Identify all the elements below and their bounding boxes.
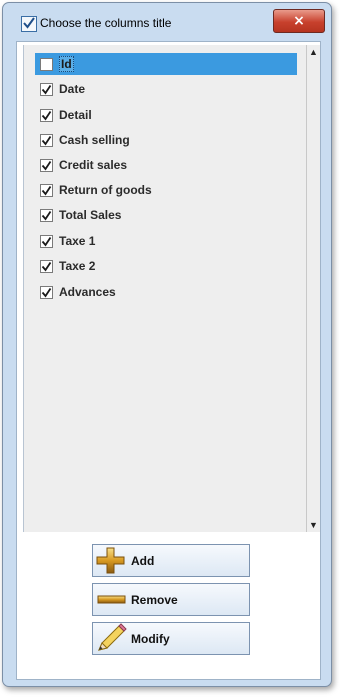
column-checkbox[interactable]: [40, 285, 53, 299]
column-checkbox[interactable]: [40, 234, 53, 248]
vertical-scrollbar[interactable]: ▲ ▼: [306, 45, 320, 532]
column-checkbox[interactable]: [40, 57, 53, 71]
checkmark-icon: [41, 160, 52, 170]
modify-button-label: Modify: [131, 631, 170, 646]
checkmark-icon: [41, 135, 52, 145]
column-label: Id: [59, 56, 74, 72]
checkmark-icon: [23, 17, 35, 29]
arrow-down-icon: ▼: [309, 520, 318, 530]
remove-button[interactable]: Remove: [92, 583, 250, 616]
checkmark-icon: [41, 261, 52, 271]
column-item[interactable]: Id: [35, 53, 297, 75]
close-icon: ×: [293, 13, 305, 29]
column-item[interactable]: Taxe 2: [35, 255, 297, 277]
column-checkbox[interactable]: [40, 158, 53, 172]
column-label: Taxe 2: [59, 259, 96, 273]
client-area: ▲ ▼ Add Remove Modify Id Date Detail Cas…: [16, 41, 321, 680]
column-label: Cash selling: [59, 133, 130, 147]
minus-icon: [93, 584, 129, 615]
column-checkbox[interactable]: [40, 133, 53, 147]
modify-button[interactable]: Modify: [92, 622, 250, 655]
column-label: Total Sales: [59, 208, 122, 222]
pencil-icon: [93, 623, 129, 654]
column-checkbox[interactable]: [40, 259, 53, 273]
column-item[interactable]: Advances: [35, 281, 297, 303]
column-label: Date: [59, 82, 86, 96]
column-label: Return of goods: [59, 183, 152, 197]
column-checkbox[interactable]: [40, 108, 53, 122]
title-bar[interactable]: Choose the columns title ×: [3, 3, 331, 35]
column-label: Detail: [59, 108, 92, 122]
checkmark-icon: [41, 84, 52, 94]
checkmark-icon: [41, 210, 52, 220]
close-button[interactable]: ×: [273, 9, 325, 33]
scroll-down-button[interactable]: ▼: [307, 518, 320, 532]
checkmark-icon: [41, 287, 52, 297]
add-button-label: Add: [131, 553, 155, 568]
title-checkbox[interactable]: [21, 16, 37, 32]
column-label: Taxe 1: [59, 234, 96, 248]
column-item[interactable]: Credit sales: [35, 154, 297, 176]
column-checkbox[interactable]: [40, 82, 53, 96]
plus-icon: [93, 545, 129, 576]
column-item[interactable]: Cash selling: [35, 129, 297, 151]
column-label: Advances: [59, 285, 116, 299]
checkmark-icon: [41, 236, 52, 246]
arrow-up-icon: ▲: [309, 47, 318, 57]
column-checkbox[interactable]: [40, 208, 53, 222]
scroll-up-button[interactable]: ▲: [307, 45, 320, 59]
add-button[interactable]: Add: [92, 544, 250, 577]
column-item[interactable]: Detail: [35, 104, 297, 126]
column-checkbox[interactable]: [40, 183, 53, 197]
column-item[interactable]: Date: [35, 78, 297, 100]
column-chooser-window: Choose the columns title × ▲ ▼ Add Remov…: [2, 2, 332, 687]
column-item[interactable]: Return of goods: [35, 179, 297, 201]
column-item[interactable]: Taxe 1: [35, 230, 297, 252]
column-item[interactable]: Total Sales: [35, 204, 297, 226]
column-label: Credit sales: [59, 158, 128, 172]
remove-button-label: Remove: [131, 592, 178, 607]
checkmark-icon: [41, 110, 52, 120]
window-title: Choose the columns title: [40, 16, 172, 30]
checkmark-icon: [41, 185, 52, 195]
